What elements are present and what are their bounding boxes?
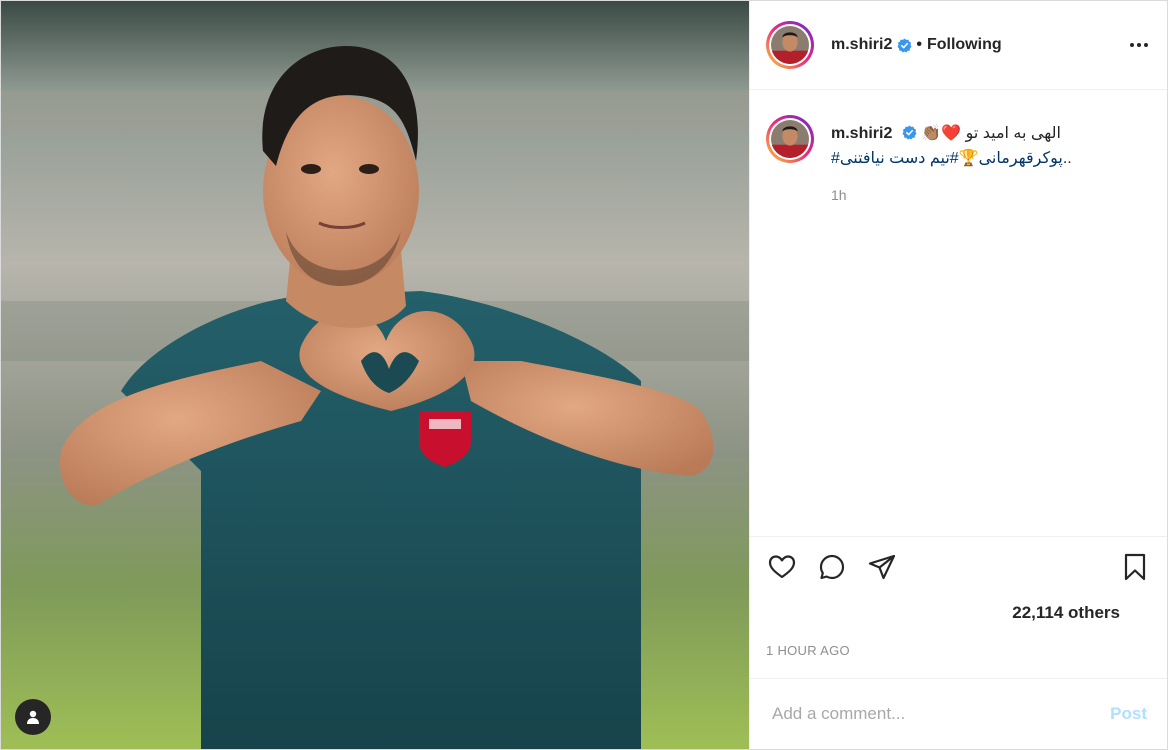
comments-section: m.shiri2 👏🏽❤️ الهی به امید تو #پوکرقهرما… — [750, 90, 1167, 536]
avatar-image — [771, 26, 809, 64]
trophy-emoji: 🏆 — [958, 148, 979, 167]
caption-timestamp[interactable]: 1h — [831, 183, 1072, 207]
caption-verified-badge-icon — [902, 125, 917, 140]
share-icon — [868, 554, 896, 580]
caption-avatar[interactable] — [766, 115, 814, 163]
action-bar — [766, 537, 1151, 597]
likes-count[interactable]: 22,114 others — [766, 603, 1151, 629]
more-options-button[interactable] — [1127, 33, 1151, 57]
instagram-post-modal: m.shiri2 • Following m.shiri2 👏🏽❤️ الهی … — [0, 0, 1168, 750]
comment-input[interactable] — [770, 703, 1111, 725]
bookmark-icon — [1124, 553, 1146, 581]
post-side-panel: m.shiri2 • Following m.shiri2 👏🏽❤️ الهی … — [749, 1, 1167, 749]
post-actions-area: 22,114 others 1 HOUR AGO — [750, 536, 1167, 663]
caption-username[interactable]: m.shiri2 — [831, 125, 892, 142]
following-button[interactable]: Following — [927, 36, 1002, 54]
verified-badge-icon — [897, 37, 912, 53]
player-photo — [1, 1, 749, 749]
caption-trailing: .. — [1062, 150, 1072, 167]
heart-icon — [768, 555, 796, 579]
user-tag-icon — [27, 710, 39, 724]
header-username[interactable]: m.shiri2 — [831, 36, 892, 54]
comment-button[interactable] — [816, 551, 848, 583]
post-comment-button[interactable]: Post — [1110, 704, 1147, 724]
share-button[interactable] — [866, 551, 898, 583]
post-date[interactable]: 1 HOUR AGO — [766, 643, 1151, 663]
post-photo[interactable] — [1, 1, 749, 749]
avatar[interactable] — [766, 21, 814, 69]
caption-avatar-image — [771, 120, 809, 158]
user-tag-button[interactable] — [15, 699, 51, 735]
save-button[interactable] — [1119, 551, 1151, 583]
more-options-icon — [1130, 43, 1148, 47]
caption: m.shiri2 👏🏽❤️ الهی به امید تو #پوکرقهرما… — [766, 115, 1151, 207]
comment-icon — [819, 554, 845, 580]
header-separator: • — [916, 36, 922, 53]
caption-text: الهی به امید تو — [965, 125, 1061, 142]
post-header: m.shiri2 • Following — [750, 1, 1167, 90]
hashtag-link[interactable]: #تیم دست نیافتنی — [840, 150, 959, 167]
caption-emojis: 👏🏽❤️ — [921, 123, 962, 142]
like-button[interactable] — [766, 551, 798, 583]
comment-form: Post — [750, 678, 1167, 749]
